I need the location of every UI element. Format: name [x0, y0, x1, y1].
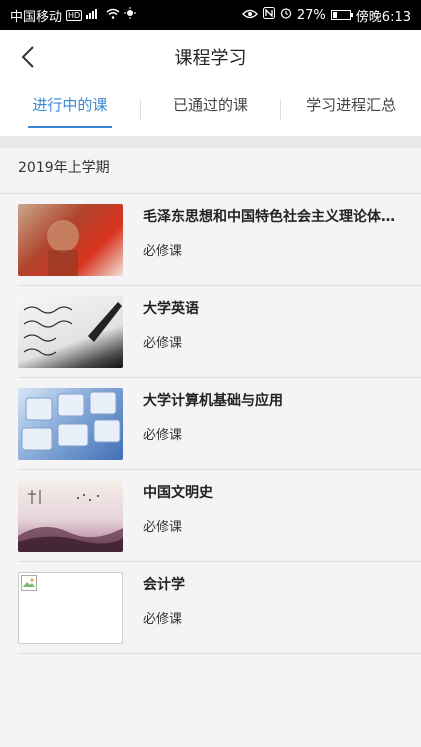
tab-bar: 进行中的课 已通过的课 学习进程汇总	[0, 84, 421, 136]
course-item[interactable]: 会计学 必修课	[18, 562, 421, 654]
carrier-label: 中国移动	[10, 9, 63, 25]
tab-label: 已通过的课	[173, 96, 249, 114]
broken-image-icon	[21, 575, 37, 591]
course-name: 大学计算机基础与应用	[143, 393, 283, 409]
chevron-left-icon	[21, 46, 34, 68]
active-tab-indicator	[28, 126, 112, 128]
wifi-icon	[106, 8, 120, 23]
course-name: 大学英语	[143, 301, 199, 317]
course-list: 2019年上学期 毛泽东思想和中国特色社会主义理论体系... 必修课 大学英语 …	[0, 148, 421, 747]
tab-passed[interactable]: 已通过的课	[141, 84, 281, 136]
hd-badge: HD	[66, 9, 83, 21]
course-item[interactable]: 毛泽东思想和中国特色社会主义理论体系... 必修课	[18, 194, 421, 286]
status-bar: 中国移动 HD 27% 傍晚6:13	[0, 0, 421, 30]
course-type: 必修课	[143, 612, 183, 627]
course-type: 必修课	[143, 428, 183, 443]
course-name: 毛泽东思想和中国特色社会主义理论体系...	[143, 209, 403, 225]
course-thumbnail	[18, 480, 123, 552]
tab-in-progress[interactable]: 进行中的课	[0, 84, 140, 136]
battery-percent: 27%	[296, 7, 326, 23]
course-thumbnail	[18, 204, 123, 276]
clock: 傍晚6:13	[355, 9, 411, 25]
back-button[interactable]	[14, 42, 42, 72]
course-type: 必修课	[143, 244, 183, 259]
course-item[interactable]: 大学英语 必修课	[18, 286, 421, 378]
semester-header: 2019年上学期	[0, 148, 421, 194]
alarm-icon	[280, 7, 292, 23]
tab-label: 进行中的课	[32, 96, 108, 114]
course-name: 会计学	[143, 577, 185, 593]
course-thumbnail	[18, 388, 123, 460]
signal-icon	[86, 8, 102, 23]
battery-icon	[330, 10, 353, 20]
eye-icon	[241, 8, 258, 23]
course-type: 必修课	[143, 336, 183, 351]
tab-label: 学习进程汇总	[306, 96, 397, 114]
navigation-bar: 课程学习	[0, 30, 421, 84]
brightness-icon	[124, 7, 137, 23]
course-thumbnail	[18, 296, 123, 368]
course-type: 必修课	[143, 520, 183, 535]
course-thumbnail	[18, 572, 123, 644]
course-name: 中国文明史	[143, 485, 213, 501]
section-separator	[0, 136, 421, 148]
nfc-icon	[262, 7, 275, 23]
course-item[interactable]: 大学计算机基础与应用 必修课	[18, 378, 421, 470]
course-item[interactable]: 中国文明史 必修课	[18, 470, 421, 562]
tab-progress-summary[interactable]: 学习进程汇总	[281, 84, 421, 136]
page-title: 课程学习	[174, 48, 247, 69]
